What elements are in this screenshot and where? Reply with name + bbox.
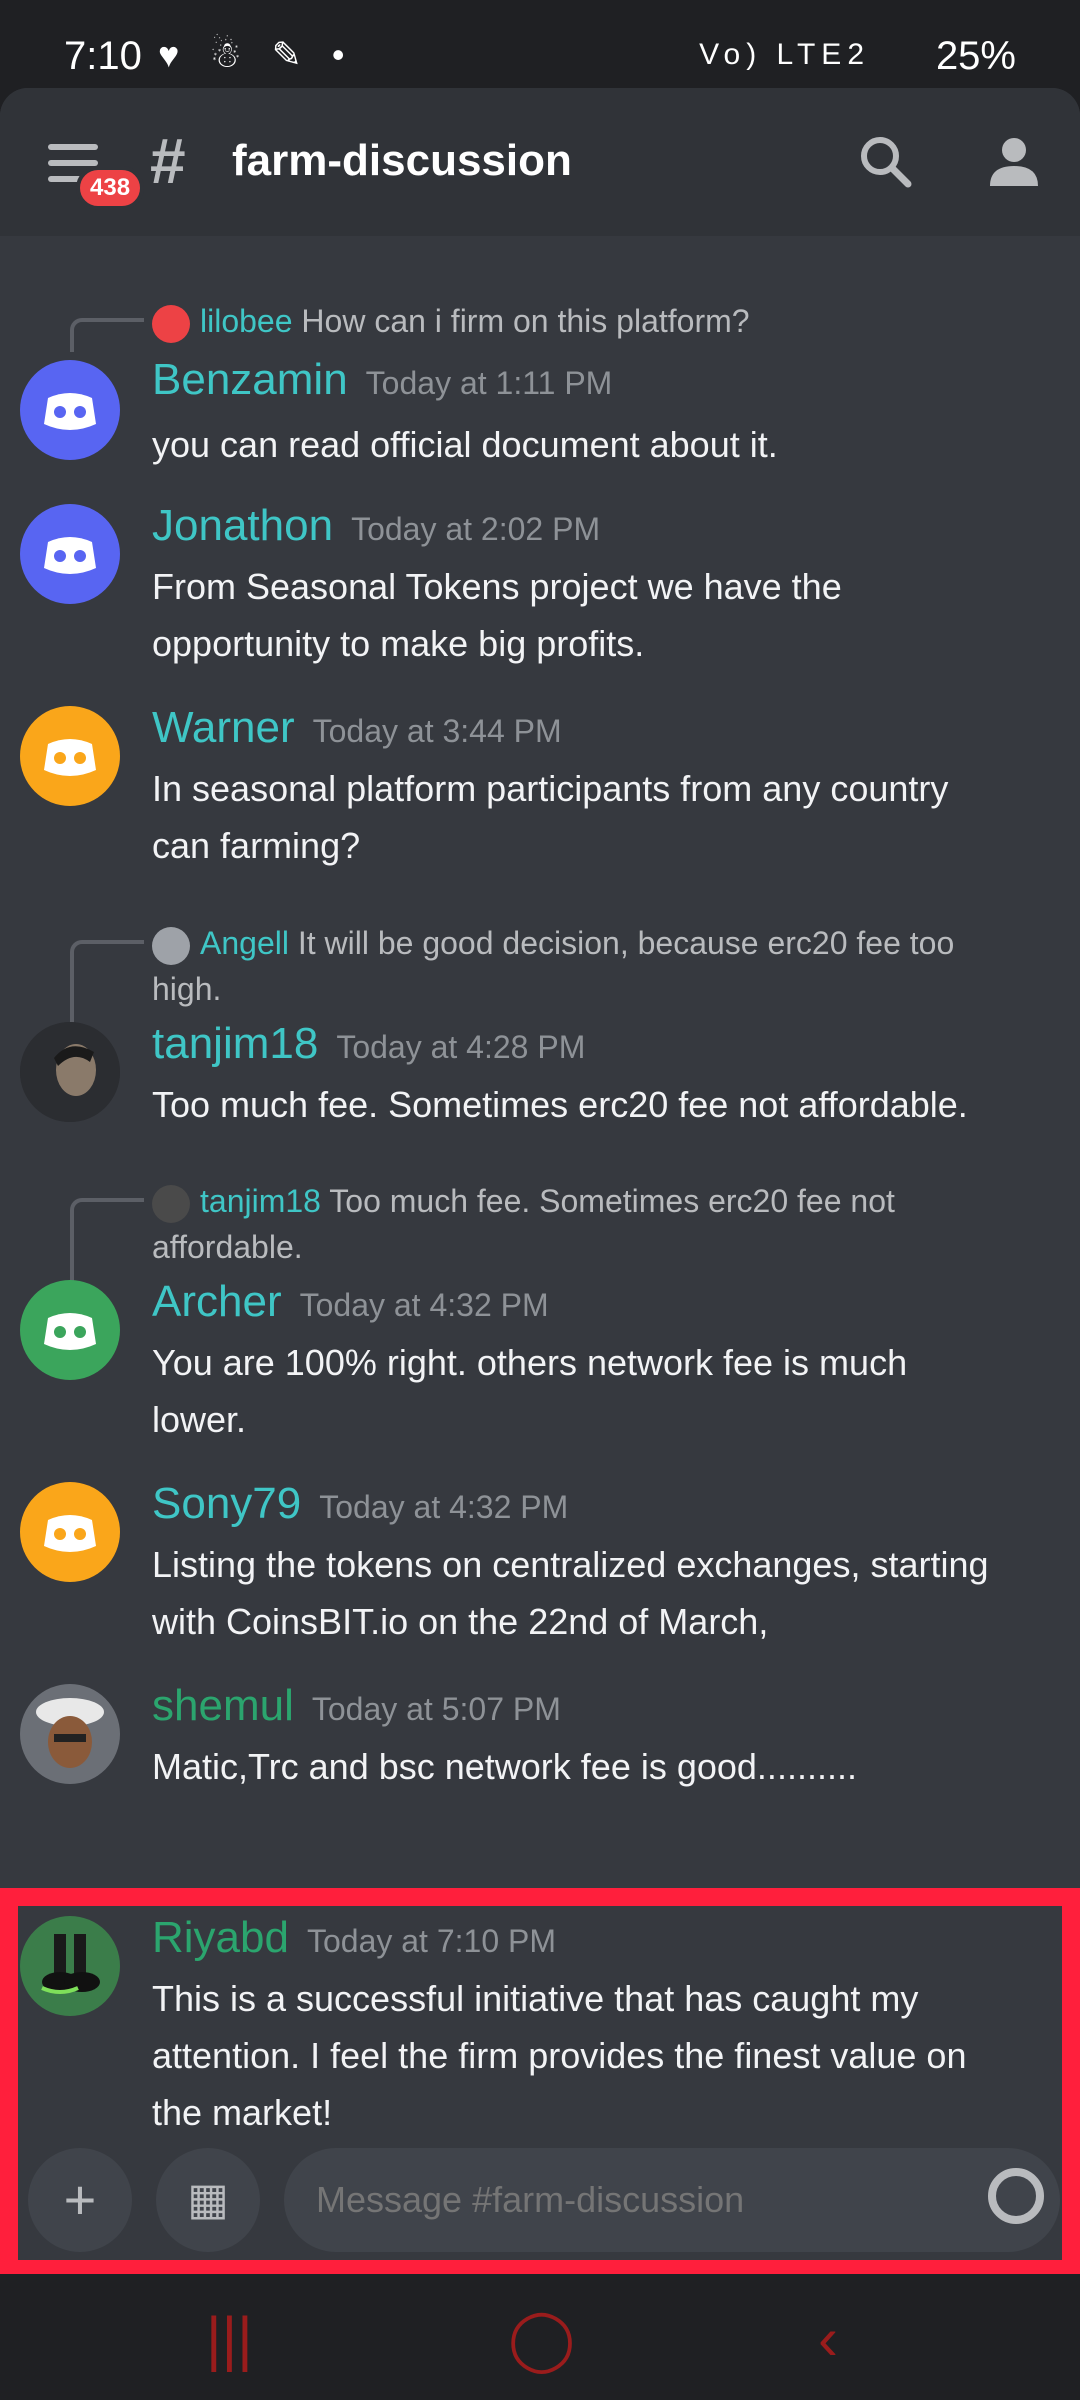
avatar[interactable] (20, 1280, 120, 1380)
message-text: You are 100% right. others network fee i… (152, 1334, 1052, 1448)
highlight-box (0, 1888, 1080, 2274)
reply-text: high. (152, 971, 222, 1007)
search-icon[interactable] (856, 132, 916, 192)
home-icon[interactable]: ◯ (508, 2304, 575, 2374)
username[interactable]: Sony79 (152, 1479, 301, 1528)
avatar[interactable] (20, 1684, 120, 1784)
username[interactable]: Archer (152, 1277, 282, 1326)
message-text: From Seasonal Tokens project we have the… (152, 558, 1052, 672)
username[interactable]: shemul (152, 1681, 294, 1730)
message-line: Matic,Trc and bsc network fee is good...… (152, 1746, 857, 1787)
notification-icons: ♥ ☃ ✎ • (158, 34, 355, 75)
avatar[interactable] (20, 1482, 120, 1582)
message-line: can farming? (152, 825, 361, 866)
timestamp: Today at 4:32 PM (319, 1489, 569, 1525)
avatar[interactable] (20, 360, 120, 460)
reply-avatar (152, 1184, 190, 1223)
clock: 7:10 (64, 34, 142, 78)
reply-avatar (152, 304, 190, 343)
timestamp: Today at 5:07 PM (311, 1691, 561, 1727)
timestamp: Today at 2:02 PM (351, 511, 601, 547)
message-header: Sony79 Today at 4:32 PM (152, 1476, 568, 1535)
message-header: Jonathon Today at 2:02 PM (152, 498, 600, 557)
reply-text: How can i firm on this platform? (301, 303, 750, 339)
reply-text: It will be good decision, because erc20 … (297, 925, 955, 961)
status-bar: 7:10 ♥ ☃ ✎ • Vo) LTE2 25% (0, 0, 1080, 88)
message-text: Listing the tokens on centralized exchan… (152, 1536, 1052, 1650)
message-text: In seasonal platform participants from a… (152, 760, 1052, 874)
message-text: you can read official document about it. (152, 416, 1052, 473)
reply-username[interactable]: lilobee (200, 303, 293, 339)
username[interactable]: Benzamin (152, 355, 348, 404)
reply-connector (70, 318, 144, 352)
reply-username[interactable]: tanjim18 (200, 1183, 321, 1219)
message-line: you can read official document about it. (152, 424, 778, 465)
reply-avatar (152, 926, 190, 965)
message-line: From Seasonal Tokens project we have the (152, 566, 842, 607)
message-text: Matic,Trc and bsc network fee is good...… (152, 1738, 1052, 1795)
recents-icon[interactable]: ||| (206, 2304, 253, 2373)
reply-preview[interactable]: tanjim18 Too much fee. Sometimes erc20 f… (152, 1178, 1032, 1270)
message-header: Archer Today at 4:32 PM (152, 1274, 549, 1333)
avatar[interactable] (20, 1022, 120, 1122)
message-header: Warner Today at 3:44 PM (152, 700, 562, 759)
message-header: shemul Today at 5:07 PM (152, 1678, 561, 1737)
reply-preview[interactable]: lilobee How can i firm on this platform? (152, 298, 1032, 344)
message-header: tanjim18 Today at 4:28 PM (152, 1016, 585, 1075)
reply-text: Too much fee. Sometimes erc20 fee not (329, 1183, 895, 1219)
reply-username[interactable]: Angell (200, 925, 289, 961)
username[interactable]: tanjim18 (152, 1019, 318, 1068)
message-line: Listing the tokens on centralized exchan… (152, 1544, 989, 1585)
message-line: lower. (152, 1399, 247, 1440)
system-nav-bar: ||| ◯ ‹ (0, 2274, 1080, 2400)
timestamp: Today at 4:28 PM (336, 1029, 586, 1065)
back-icon[interactable]: ‹ (818, 2304, 838, 2373)
channel-header: 438 # farm-discussion (0, 88, 1080, 236)
battery-level: 25% (935, 34, 1016, 78)
timestamp: Today at 4:32 PM (299, 1287, 549, 1323)
message-line: opportunity to make big profits. (152, 623, 645, 664)
discord-app: 438 # farm-discussion lilobee How can i … (0, 88, 1080, 2274)
avatar[interactable] (20, 504, 120, 604)
signal-indicator: Vo) LTE2 (699, 38, 870, 71)
username[interactable]: Jonathon (152, 501, 333, 550)
message-text: Too much fee. Sometimes erc20 fee not af… (152, 1076, 1052, 1133)
members-icon[interactable] (984, 132, 1044, 192)
text-channel-icon: # (150, 125, 186, 197)
timestamp: Today at 3:44 PM (312, 713, 562, 749)
timestamp: Today at 1:11 PM (365, 365, 613, 401)
mention-badge: 438 (76, 166, 145, 210)
message-line: In seasonal platform participants from a… (152, 768, 949, 809)
message-line: You are 100% right. others network fee i… (152, 1342, 908, 1383)
message-line: Too much fee. Sometimes erc20 fee not af… (152, 1084, 968, 1125)
avatar[interactable] (20, 706, 120, 806)
message-header: Benzamin Today at 1:11 PM (152, 352, 612, 411)
channel-title: farm-discussion (232, 136, 572, 185)
reply-preview[interactable]: Angell It will be good decision, because… (152, 920, 1032, 1012)
message-line: with CoinsBIT.io on the 22nd of March, (152, 1601, 769, 1642)
reply-text: affordable. (152, 1229, 303, 1265)
username[interactable]: Warner (152, 703, 295, 752)
